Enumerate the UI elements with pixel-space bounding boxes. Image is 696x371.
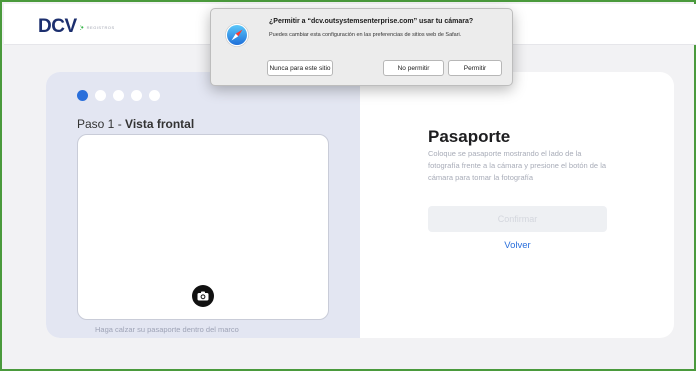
camera-permission-dialog: ¿Permitir a “dcv.outsystemsenterprise.co…	[210, 8, 513, 86]
camera-panel: Paso 1 - Vista frontal Haga calzar su pa…	[46, 72, 360, 338]
deny-button[interactable]: No permitir	[383, 60, 444, 76]
safari-compass-icon	[225, 23, 249, 47]
logo-subtitle: REGISTROS	[86, 24, 115, 30]
logo-text: DCV	[38, 16, 77, 37]
dcv-logo[interactable]: DCV :• REGISTROS	[38, 16, 115, 38]
step-prefix: Paso 1 -	[77, 117, 126, 131]
app-frame: DCV :• REGISTROS Paso 1 - Vista frontal	[0, 0, 696, 371]
camera-viewport	[77, 134, 329, 320]
step-dot-active	[77, 90, 88, 101]
dialog-subtitle: Puedes cambiar esta configuración en las…	[269, 32, 462, 38]
logo-mark: :•	[79, 22, 84, 32]
document-title: Pasaporte	[428, 127, 511, 146]
instructions-text: Coloque se pasaporte mostrando el lado d…	[428, 149, 607, 182]
step-indicator	[77, 90, 160, 101]
frame-hint: Haga calzar su pasaporte dentro del marc…	[95, 325, 239, 334]
back-link[interactable]: Volver	[428, 240, 607, 251]
camera-icon	[197, 291, 209, 301]
allow-button[interactable]: Permitir	[448, 60, 502, 76]
confirm-button[interactable]: Confirmar	[428, 206, 607, 232]
capture-card: Paso 1 - Vista frontal Haga calzar su pa…	[46, 72, 674, 338]
dialog-title: ¿Permitir a “dcv.outsystemsenterprise.co…	[269, 18, 474, 25]
step-title: Paso 1 - Vista frontal	[77, 117, 194, 131]
step-dot	[113, 90, 124, 101]
step-name: Vista frontal	[125, 117, 195, 131]
step-dot	[149, 90, 160, 101]
instructions-panel: Pasaporte Coloque se pasaporte mostrando…	[360, 72, 674, 338]
never-for-site-button[interactable]: Nunca para este sitio	[267, 60, 333, 76]
step-dot	[95, 90, 106, 101]
capture-button[interactable]	[192, 285, 214, 307]
step-dot	[131, 90, 142, 101]
